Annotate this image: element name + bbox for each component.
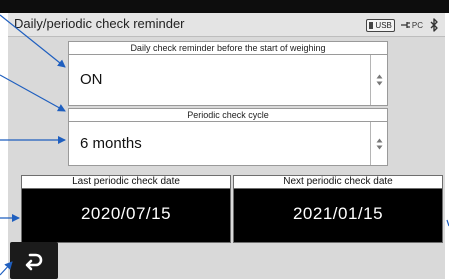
daily-check-value: ON [80, 71, 103, 88]
pc-label: PC [411, 20, 423, 30]
pc-connection-icon: PC [400, 20, 423, 30]
updown-arrows-icon [376, 74, 382, 86]
next-check-label: Next periodic check date [234, 176, 442, 189]
periodic-cycle-select[interactable]: 6 months [69, 122, 387, 165]
status-indicators: USB PC [366, 18, 439, 32]
return-arrow-icon [25, 253, 43, 271]
back-button[interactable] [10, 242, 58, 279]
bluetooth-icon [430, 18, 438, 32]
periodic-cycle-value: 6 months [80, 135, 142, 152]
daily-check-stepper[interactable] [370, 55, 387, 105]
next-check-panel: Next periodic check date 2021/01/15 [233, 175, 443, 243]
title-bar: Daily/periodic check reminder USB PC [8, 13, 445, 37]
daily-check-select[interactable]: ON [69, 55, 387, 105]
usb-label: USB [375, 20, 392, 30]
periodic-cycle-label: Periodic check cycle [69, 109, 387, 122]
last-check-date: 2020/07/15 [80, 204, 172, 223]
settings-screen: Daily/periodic check reminder USB PC Dai… [8, 13, 445, 279]
periodic-cycle-stepper[interactable] [370, 122, 387, 165]
next-check-date: 2021/01/15 [292, 204, 384, 223]
last-check-label: Last periodic check date [22, 176, 230, 189]
last-check-panel[interactable]: Last periodic check date 2020/07/15 [21, 175, 231, 243]
periodic-cycle-group: Periodic check cycle 6 months [68, 108, 388, 166]
device-screen: Daily/periodic check reminder USB PC Dai… [0, 0, 449, 279]
daily-check-label: Daily check reminder before the start of… [69, 42, 387, 55]
page-title: Daily/periodic check reminder [14, 16, 185, 31]
updown-arrows-icon [376, 138, 382, 149]
daily-check-group: Daily check reminder before the start of… [68, 41, 388, 106]
top-bezel [0, 0, 449, 13]
usb-icon: USB [366, 18, 395, 32]
